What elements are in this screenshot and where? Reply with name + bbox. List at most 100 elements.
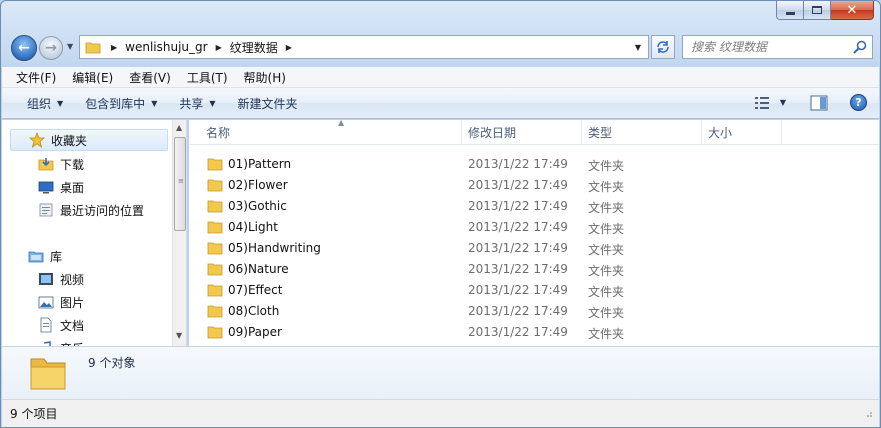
download-folder-icon: [38, 156, 54, 172]
breadcrumb-item[interactable]: 纹理数据: [230, 39, 278, 56]
include-in-library-button[interactable]: 包含到库中 ▼: [74, 95, 168, 112]
minimize-button[interactable]: [776, 1, 804, 20]
grip-icon: ≡: [178, 177, 184, 185]
table-row[interactable]: 01)Pattern 2013/1/22 17:49 文件夹: [189, 154, 789, 175]
organize-button[interactable]: 组织 ▼: [16, 95, 74, 112]
column-name[interactable]: 名称 ▲: [200, 118, 462, 145]
picture-icon: [38, 294, 54, 310]
help-icon[interactable]: ?: [850, 94, 867, 111]
column-type-label: 类型: [588, 126, 613, 140]
file-name: 05)Handwriting: [228, 241, 321, 255]
nav-item-libraries[interactable]: 库: [28, 245, 62, 267]
maximize-button[interactable]: [804, 1, 831, 20]
caption-buttons: ✕: [776, 1, 874, 23]
arrow-right-icon: →: [45, 40, 57, 56]
nav-item-recent-places[interactable]: 最近访问的位置: [38, 199, 144, 221]
table-row[interactable]: 05)Handwriting 2013/1/22 17:49 文件夹: [189, 238, 789, 259]
folder-icon: [207, 326, 223, 339]
table-row[interactable]: 04)Light 2013/1/22 17:49 文件夹: [189, 217, 789, 238]
details-pane: 9 个对象: [2, 346, 879, 399]
resize-grip-icon[interactable]: [863, 408, 873, 418]
command-bar: 组织 ▼ 包含到库中 ▼ 共享 ▼ 新建文件夹 ▼ ?: [2, 88, 879, 119]
folder-icon: [207, 305, 223, 318]
scroll-up-icon[interactable]: ▲: [176, 123, 182, 132]
recent-pages-dropdown[interactable]: ▼: [67, 42, 73, 51]
scroll-thumb[interactable]: ≡: [174, 137, 186, 231]
desktop-icon: [38, 179, 54, 195]
folder-icon: [207, 221, 223, 234]
nav-item-label: 视频: [60, 272, 85, 287]
table-row[interactable]: 03)Gothic 2013/1/22 17:49 文件夹: [189, 196, 789, 217]
nav-item-label: 最近访问的位置: [60, 203, 145, 218]
search-box[interactable]: [682, 35, 873, 59]
menu-bar: 文件(F) 编辑(E) 查看(V) 工具(T) 帮助(H): [2, 67, 879, 88]
nav-item-documents[interactable]: 文档: [38, 314, 84, 336]
file-name: 01)Pattern: [228, 157, 292, 171]
file-type: 文件夹: [588, 159, 625, 173]
nav-item-videos[interactable]: 视频: [38, 268, 84, 290]
file-type: 文件夹: [588, 285, 625, 299]
nav-item-downloads[interactable]: 下载: [38, 153, 84, 175]
close-button[interactable]: ✕: [831, 1, 874, 20]
address-bar[interactable]: ▶ wenlishuju_gr ▶ 纹理数据 ▶ ▼: [79, 35, 649, 59]
column-modified[interactable]: 修改日期: [462, 120, 582, 145]
chevron-right-icon[interactable]: ▶: [111, 43, 117, 52]
nav-item-label: 桌面: [60, 180, 85, 195]
refresh-button[interactable]: [651, 35, 675, 59]
forward-button[interactable]: →: [39, 36, 63, 60]
menu-tools[interactable]: 工具(T): [179, 69, 236, 86]
arrow-left-icon: ←: [18, 40, 30, 56]
address-dropdown-button[interactable]: ▼: [630, 36, 646, 58]
chevron-down-icon: ▼: [151, 98, 158, 108]
nav-scrollbar[interactable]: ▲ ≡ ▼: [172, 120, 186, 346]
file-list: 名称 ▲ 修改日期 类型 大小 01)Pattern 2013/1/22 17:…: [189, 118, 879, 346]
search-icon[interactable]: [852, 39, 868, 55]
file-name: 08)Cloth: [228, 304, 280, 318]
menu-edit[interactable]: 编辑(E): [64, 69, 121, 86]
column-modified-label: 修改日期: [468, 126, 517, 140]
nav-item-label: 收藏夹: [51, 133, 88, 148]
file-type: 文件夹: [588, 180, 625, 194]
table-row[interactable]: 06)Nature 2013/1/22 17:49 文件夹: [189, 259, 789, 280]
maximize-icon: [812, 6, 822, 14]
nav-item-favorites[interactable]: 收藏夹: [10, 129, 168, 151]
folder-icon: [207, 284, 223, 297]
table-row[interactable]: 02)Flower 2013/1/22 17:49 文件夹: [189, 175, 789, 196]
column-size[interactable]: 大小: [702, 120, 782, 145]
chevron-down-icon: ▼: [209, 98, 216, 108]
back-button[interactable]: ←: [11, 35, 37, 61]
column-type[interactable]: 类型: [582, 120, 702, 145]
share-label: 共享: [179, 96, 204, 111]
search-input[interactable]: [683, 36, 851, 58]
menu-view[interactable]: 查看(V): [121, 69, 179, 86]
close-icon: ✕: [846, 2, 858, 18]
file-modified: 2013/1/22 17:49: [468, 325, 568, 339]
folder-icon: [207, 179, 223, 192]
sort-ascending-icon: ▲: [338, 118, 345, 127]
details-view-icon[interactable]: [754, 96, 770, 110]
status-text: 9 个项目: [10, 407, 58, 421]
nav-item-desktop[interactable]: 桌面: [38, 176, 84, 198]
refresh-icon: [657, 41, 669, 53]
view-dropdown-icon[interactable]: ▼: [780, 98, 786, 107]
menu-help[interactable]: 帮助(H): [236, 69, 294, 86]
item-count-detail: 9 个对象: [88, 356, 136, 370]
table-row[interactable]: 09)Paper 2013/1/22 17:49 文件夹: [189, 322, 789, 343]
file-modified: 2013/1/22 17:49: [468, 157, 568, 171]
nav-item-pictures[interactable]: 图片: [38, 291, 84, 313]
chevron-right-icon[interactable]: ▶: [216, 43, 222, 52]
menu-file[interactable]: 文件(F): [8, 69, 64, 86]
chevron-right-icon[interactable]: ▶: [286, 43, 292, 52]
scroll-down-icon[interactable]: ▼: [176, 331, 182, 340]
column-header: 名称 ▲ 修改日期 类型 大小: [189, 118, 879, 145]
share-button[interactable]: 共享 ▼: [168, 95, 226, 112]
preview-pane-icon[interactable]: [810, 95, 828, 111]
nav-item-label: 库: [50, 249, 63, 264]
include-library-label: 包含到库中: [85, 96, 146, 111]
breadcrumb-item[interactable]: wenlishuju_gr: [125, 40, 207, 54]
new-folder-button[interactable]: 新建文件夹: [227, 95, 309, 112]
nav-item-label: 文档: [60, 318, 85, 333]
nav-item-music[interactable]: 音乐: [38, 337, 84, 346]
table-row[interactable]: 07)Effect 2013/1/22 17:49 文件夹: [189, 280, 789, 301]
table-row[interactable]: 08)Cloth 2013/1/22 17:49 文件夹: [189, 301, 789, 322]
